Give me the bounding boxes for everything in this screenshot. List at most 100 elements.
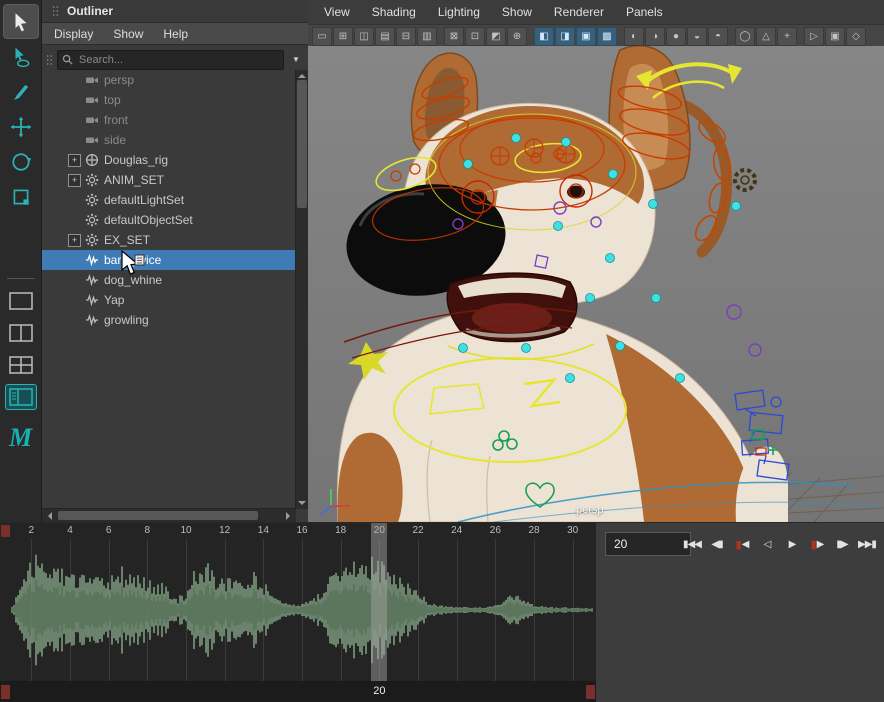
scroll-right-icon[interactable]	[286, 512, 294, 520]
viewport-toolbar-button[interactable]: ●	[666, 27, 686, 46]
corgi-model	[308, 46, 884, 522]
viewport-toolbar-button[interactable]: ▤	[375, 27, 395, 46]
outliner-item-growling[interactable]: growling	[42, 310, 296, 330]
viewport-toolbar-button[interactable]: ◧	[534, 27, 554, 46]
viewport-toolbar-button[interactable]: ◨	[555, 27, 575, 46]
outliner-tab[interactable]: Outliner	[42, 0, 308, 22]
menu-shading[interactable]: Shading	[372, 5, 416, 19]
outliner-item-douglas-rig[interactable]: Douglas_rig	[42, 150, 296, 170]
viewport-canvas[interactable]: persp	[308, 46, 884, 522]
viewport-toolbar-button[interactable]: ◓	[708, 27, 728, 46]
step-back-frame-button[interactable]: ◀▮	[706, 531, 728, 557]
lasso-tool-button[interactable]	[4, 40, 38, 73]
viewport-toolbar-button[interactable]: ◯	[735, 27, 755, 46]
viewport-menubar: View Shading Lighting Show Renderer Pane…	[308, 0, 884, 24]
viewport-toolbar-button[interactable]: ⊠	[444, 27, 464, 46]
viewport-toolbar-button[interactable]: ◒	[687, 27, 707, 46]
vertical-scrollbar[interactable]	[295, 70, 308, 509]
menu-help[interactable]: Help	[163, 27, 188, 41]
expand-toggle[interactable]	[68, 154, 81, 167]
outliner-item-ex-set[interactable]: EX_SET	[42, 230, 296, 250]
menu-renderer[interactable]: Renderer	[554, 5, 604, 19]
playback-glyph: ◀▮	[711, 539, 722, 550]
outliner-item-default-object-set[interactable]: defaultObjectSet	[42, 210, 296, 230]
viewport-toolbar-button[interactable]: ▣	[576, 27, 596, 46]
outliner-item-bark-twice[interactable]: bark_twice	[42, 250, 296, 270]
frame-tick-label: 8	[145, 525, 151, 536]
viewport-toolbar-button[interactable]: ▩	[597, 27, 617, 46]
camera-icon	[85, 113, 99, 127]
four-panes-icon	[9, 356, 33, 374]
scroll-down-icon[interactable]	[298, 501, 306, 509]
layout-single-pane-button[interactable]	[6, 289, 36, 313]
viewport-toolbar-button[interactable]: ▥	[417, 27, 437, 46]
rotate-tool-button[interactable]	[4, 145, 38, 178]
search-input[interactable]	[77, 53, 279, 67]
outliner-panel: Outliner Display Show Help ▼ persp top f…	[42, 0, 309, 522]
time-slider[interactable]: 24681012141618202224262830	[0, 523, 596, 681]
viewport-toolbar-button[interactable]: △	[756, 27, 776, 46]
step-forward-key-button[interactable]: ▮▶	[806, 531, 828, 557]
viewport-toolbar-button[interactable]: ⊕	[507, 27, 527, 46]
menu-view[interactable]: View	[324, 5, 350, 19]
viewport-toolbar-button[interactable]: ▣	[825, 27, 845, 46]
range-handle-right[interactable]	[586, 685, 595, 699]
viewport-toolbar-button[interactable]: ◫	[354, 27, 374, 46]
menu-display[interactable]: Display	[54, 27, 93, 41]
menu-show[interactable]: Show	[113, 27, 143, 41]
expand-toggle[interactable]	[68, 174, 81, 187]
go-to-start-button[interactable]: ▮◀◀	[681, 531, 703, 557]
menu-lighting[interactable]: Lighting	[438, 5, 480, 19]
scale-tool-button[interactable]	[4, 180, 38, 213]
outliner-item-side[interactable]: side	[42, 130, 296, 150]
outliner-item-front[interactable]: front	[42, 110, 296, 130]
viewport-toolbar-button[interactable]: ⊞	[333, 27, 353, 46]
menu-show[interactable]: Show	[502, 5, 532, 19]
viewport-toolbar-button[interactable]: ◑	[645, 27, 665, 46]
paint-select-tool-button[interactable]	[4, 75, 38, 108]
play-backwards-button[interactable]: ◁	[756, 531, 778, 557]
viewport-toolbar-button[interactable]: ◩	[486, 27, 506, 46]
scroll-left-icon[interactable]	[44, 512, 52, 520]
outliner-item-yap[interactable]: Yap	[42, 290, 296, 310]
outliner-item-dog-whine[interactable]: dog_whine	[42, 270, 296, 290]
step-back-key-button[interactable]: ▮◀	[731, 531, 753, 557]
viewport-toolbar-button[interactable]: ⊟	[396, 27, 416, 46]
go-to-end-button[interactable]: ▶▶▮	[856, 531, 878, 557]
horizontal-scroll-thumb[interactable]	[58, 511, 258, 520]
layout-two-panes-side-button[interactable]	[6, 321, 36, 345]
layout-four-panes-button[interactable]	[6, 353, 36, 377]
current-frame-marker[interactable]	[371, 523, 387, 681]
outliner-item-persp[interactable]: persp	[42, 70, 296, 90]
menu-panels[interactable]: Panels	[626, 5, 663, 19]
range-slider[interactable]: 20	[0, 681, 596, 702]
vertical-scroll-thumb[interactable]	[297, 80, 307, 208]
viewport-toolbar-button[interactable]: ◐	[624, 27, 644, 46]
viewport-toolbar-button[interactable]: ⊡	[465, 27, 485, 46]
range-start-handle[interactable]	[1, 525, 10, 537]
play-forwards-button[interactable]: ▶	[781, 531, 803, 557]
viewport-toolbar-button[interactable]: ◇	[846, 27, 866, 46]
viewport-toolbar-button[interactable]: +	[777, 27, 797, 46]
outliner-item-anim-set[interactable]: ANIM_SET	[42, 170, 296, 190]
viewport-panel: View Shading Lighting Show Renderer Pane…	[308, 0, 884, 522]
search-grip-icon	[46, 54, 53, 66]
expand-toggle[interactable]	[68, 234, 81, 247]
move-tool-button[interactable]	[4, 110, 38, 143]
outliner-tab-title: Outliner	[67, 4, 113, 18]
current-frame-field[interactable]: 20	[605, 532, 691, 556]
key-tick-icon: ▮	[736, 538, 741, 551]
range-handle-left[interactable]	[1, 685, 10, 699]
outliner-item-top[interactable]: top	[42, 90, 296, 110]
viewport-toolbar-button[interactable]: ▷	[804, 27, 824, 46]
scroll-up-icon[interactable]	[298, 70, 306, 78]
outliner-item-default-light-set[interactable]: defaultLightSet	[42, 190, 296, 210]
frame-tick-label: 10	[180, 525, 191, 536]
select-tool-button[interactable]	[4, 5, 38, 38]
search-filter-dropdown-icon[interactable]: ▼	[288, 55, 304, 64]
viewport-toolbar-button[interactable]: ▭	[312, 27, 332, 46]
horizontal-scrollbar[interactable]	[42, 508, 296, 522]
layout-outliner-persp-button[interactable]	[6, 385, 36, 409]
step-forward-frame-button[interactable]: ▮▶	[831, 531, 853, 557]
search-box[interactable]	[57, 50, 284, 70]
